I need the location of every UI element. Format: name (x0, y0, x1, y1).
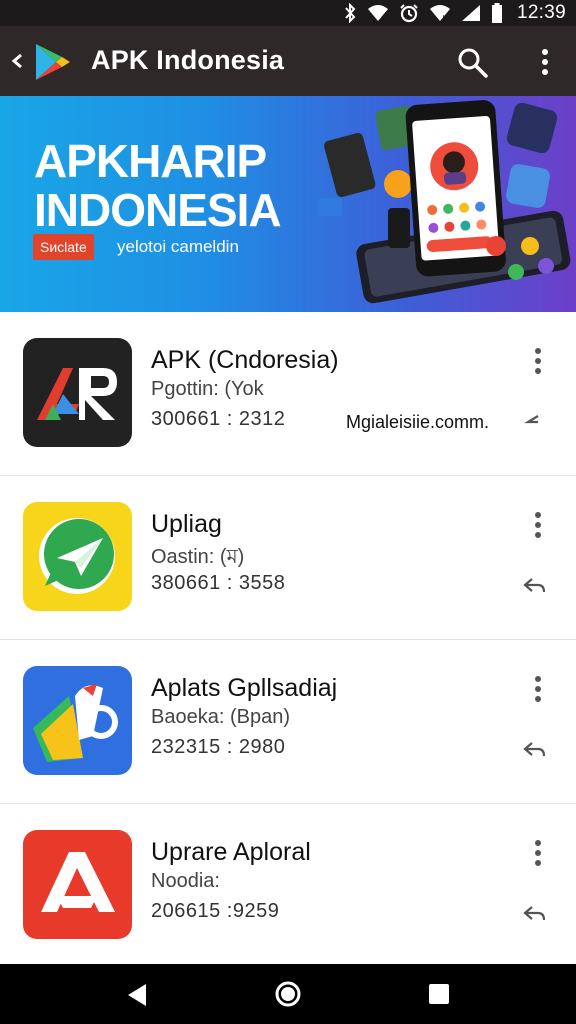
alarm-icon (400, 4, 418, 23)
nav-back-icon[interactable] (124, 982, 150, 1008)
more-vert-icon[interactable] (532, 46, 558, 78)
more-vert-icon[interactable] (528, 674, 548, 704)
app-meta: Oastin: (ম) (151, 546, 245, 568)
nav-home-icon[interactable] (274, 980, 302, 1008)
search-icon[interactable] (455, 45, 489, 79)
banner-title-line2: INDONESIA (34, 184, 282, 236)
app-bar: APK Indonesia (0, 26, 576, 96)
list-item[interactable]: Uprare Aploral Noodia: 206615 :9259 (0, 804, 576, 968)
reply-icon[interactable] (520, 738, 548, 762)
cell-signal-icon (461, 5, 480, 21)
app-stats: 300661 : 2312 (151, 408, 286, 430)
banner-title-line1: AРKHARIP (34, 135, 267, 187)
app-name: Aplats Gpllsadiaj (151, 674, 338, 702)
folder-bird-icon (23, 666, 132, 775)
list-item[interactable]: Upliag Oastin: (ম) 380661 : 3558 (0, 476, 576, 640)
app-name: Uprare Aploral (151, 838, 311, 866)
wifi-signal-icon: ! (429, 5, 450, 22)
app-link[interactable]: Mgialeisiie.comm. (346, 412, 489, 433)
banner-badge: Sиclate (33, 234, 94, 260)
app-meta: Pgottin: (Yok (151, 378, 264, 400)
play-store-logo (30, 40, 74, 84)
app-stats: 232315 : 2980 (151, 736, 286, 758)
list-item[interactable]: APK (Cndoresia) Pgottin: (Yok 300661 : 2… (0, 312, 576, 476)
app-meta: Noodia: (151, 870, 220, 892)
apk-logo-icon (23, 338, 132, 447)
status-icons: ! 12:39 (343, 2, 566, 24)
app-stats: 206615 :9259 (151, 900, 280, 922)
nav-recents-icon[interactable] (428, 983, 450, 1005)
promo-banner[interactable]: AРKHARIP INDONESIA Sиclate yelotoi camel… (0, 96, 576, 312)
more-vert-icon[interactable] (528, 510, 548, 540)
more-vert-icon[interactable] (528, 838, 548, 868)
app-name: Upliag (151, 510, 222, 538)
status-bar: ! 12:39 (0, 0, 576, 26)
app-stats: 380661 : 3558 (151, 572, 286, 594)
app-meta: Baoeka: (Bpan) (151, 706, 290, 728)
reply-icon[interactable] (520, 574, 548, 598)
status-time: 12:39 (516, 2, 566, 23)
paper-plane-chat-icon (23, 502, 132, 611)
app-list: APK (Cndoresia) Pgottin: (Yok 300661 : 2… (0, 312, 576, 968)
system-nav-bar (0, 964, 576, 1024)
app-name: APK (Cndoresia) (151, 346, 339, 374)
reply-icon[interactable] (520, 902, 548, 926)
more-vert-icon[interactable] (528, 346, 548, 376)
bluetooth-icon (345, 3, 356, 23)
phone-illustration (318, 100, 571, 304)
svg-text:!: ! (442, 14, 445, 22)
reply-icon[interactable] (520, 410, 548, 434)
banner-subtitle: yelotoi cameldin (117, 237, 239, 256)
a-letter-icon (23, 830, 132, 939)
battery-icon (491, 3, 502, 23)
back-icon[interactable] (8, 48, 26, 74)
app-title: APK Indonesia (91, 45, 285, 75)
list-item[interactable]: Aplats Gpllsadiaj Baoeka: (Bpan) 232315 … (0, 640, 576, 804)
wifi-icon (367, 5, 388, 21)
